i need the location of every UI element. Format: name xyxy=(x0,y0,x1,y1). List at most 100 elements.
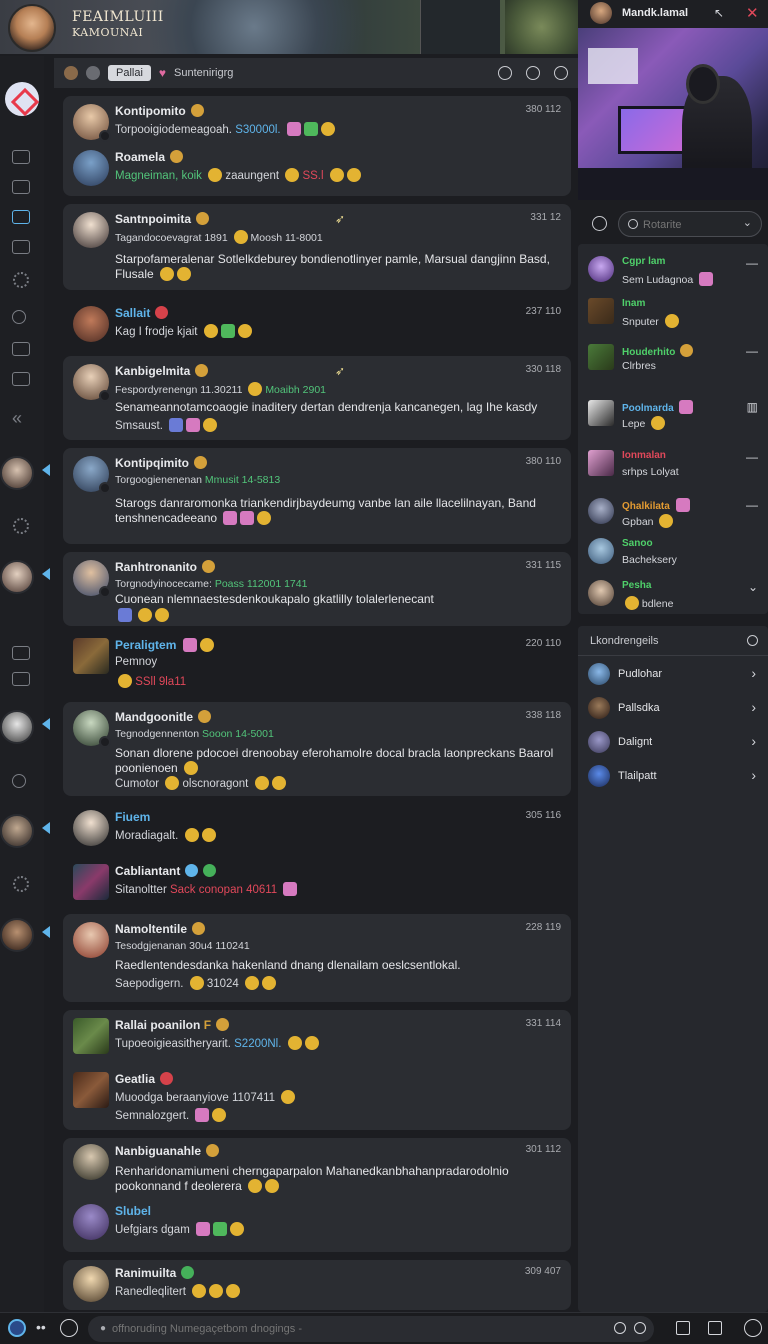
avatar[interactable] xyxy=(73,364,111,402)
message-author[interactable]: Roamela xyxy=(115,150,184,164)
member-action-icon[interactable]: ▥ xyxy=(747,400,758,414)
hand-icon[interactable] xyxy=(744,1319,762,1337)
member-search[interactable]: ⌄ xyxy=(618,211,762,237)
channel-chip[interactable]: Pallai xyxy=(108,65,151,81)
category-item[interactable]: Pallsdka › xyxy=(588,694,764,722)
friend-avatar[interactable] xyxy=(0,814,34,848)
category-icon[interactable] xyxy=(64,66,78,80)
message-author[interactable]: Ranhtronanito xyxy=(115,560,215,574)
image-icon[interactable] xyxy=(12,372,30,386)
avatar[interactable] xyxy=(73,1266,109,1302)
more-icon[interactable]: •• xyxy=(36,1319,46,1335)
avatar[interactable] xyxy=(73,150,109,186)
avatar[interactable] xyxy=(73,1204,109,1240)
category-item[interactable]: Tlailpatt › xyxy=(588,762,764,790)
search-icon[interactable] xyxy=(12,310,26,324)
member-item[interactable]: Poolmarda Lepe ▥ xyxy=(588,396,764,438)
streamer-name[interactable]: Mandk.lamal xyxy=(622,7,688,19)
avatar[interactable] xyxy=(73,104,111,142)
message-input[interactable] xyxy=(112,1321,592,1337)
close-icon[interactable]: ✕ xyxy=(746,4,759,22)
folder-icon[interactable] xyxy=(12,240,30,254)
popout-icon[interactable]: ↖ xyxy=(714,6,724,20)
message-author[interactable]: Slubel xyxy=(115,1204,151,1218)
avatar[interactable] xyxy=(73,922,109,958)
message-author[interactable]: Kanbigelmita xyxy=(115,364,209,378)
message-author[interactable]: Ranimuilta xyxy=(115,1266,195,1280)
message-author[interactable]: Mandgoonitle xyxy=(115,710,211,724)
avatar[interactable] xyxy=(73,456,111,494)
avatar[interactable] xyxy=(73,306,109,342)
friend-avatar[interactable] xyxy=(0,456,34,490)
member-action-icon[interactable]: — xyxy=(746,344,758,358)
users-icon[interactable] xyxy=(526,66,540,80)
stream-video[interactable] xyxy=(578,28,768,200)
avatar[interactable] xyxy=(73,560,111,598)
avatar[interactable] xyxy=(73,710,111,748)
gear-icon[interactable] xyxy=(13,518,29,534)
search-icon[interactable] xyxy=(614,1322,626,1334)
avatar[interactable] xyxy=(73,638,109,674)
member-item[interactable]: Cgpr lam Sem Ludagnoa — xyxy=(588,252,764,294)
gallery-icon[interactable] xyxy=(708,1321,722,1335)
chevron-right-icon[interactable]: › xyxy=(751,699,756,715)
member-item[interactable]: Qhalkilata Gpban — xyxy=(588,494,764,536)
message-composer[interactable]: ● xyxy=(88,1316,654,1342)
app-logo-icon[interactable] xyxy=(5,82,39,116)
message-author[interactable]: Sallait xyxy=(115,306,169,320)
cloud-icon[interactable] xyxy=(12,646,30,660)
help-icon[interactable] xyxy=(60,1319,78,1337)
streamer-avatar[interactable] xyxy=(590,2,612,24)
gear-icon[interactable] xyxy=(13,876,29,892)
collapse-chevron-icon[interactable]: « xyxy=(12,408,22,429)
message-author[interactable]: Peraligtem xyxy=(115,638,214,652)
member-item[interactable]: Houderhito Clrbres — xyxy=(588,340,764,382)
message-author[interactable]: Nanbiguanahle xyxy=(115,1144,220,1158)
channel-icon[interactable] xyxy=(12,210,30,224)
chart-icon[interactable] xyxy=(12,150,30,164)
inbox-icon[interactable] xyxy=(12,672,30,686)
profile-icon[interactable] xyxy=(86,66,100,80)
popout-icon[interactable] xyxy=(676,1321,690,1335)
avatar[interactable] xyxy=(73,1018,109,1054)
clock-icon[interactable] xyxy=(498,66,512,80)
chevron-right-icon[interactable]: › xyxy=(751,665,756,681)
bookmark-icon[interactable] xyxy=(12,342,30,356)
message-author[interactable]: Fiuem xyxy=(115,810,150,824)
message-author[interactable]: Santnpoimita xyxy=(115,212,210,226)
avatar[interactable] xyxy=(73,1144,109,1180)
chevron-down-icon[interactable]: ⌄ xyxy=(743,216,752,229)
member-item[interactable]: Sanoo Bacheksery xyxy=(588,534,764,576)
chevron-down-icon[interactable]: ⌄ xyxy=(748,580,758,594)
settings-icon[interactable] xyxy=(554,66,568,80)
avatar[interactable] xyxy=(73,1072,109,1108)
chevron-right-icon[interactable]: › xyxy=(751,733,756,749)
message-author[interactable]: Kontipqimito xyxy=(115,456,207,470)
member-action-icon[interactable]: — xyxy=(746,256,758,270)
message-feed[interactable]: Kontipomito 380 112 Torpooigiodemeagoah.… xyxy=(54,88,578,1312)
category-item[interactable]: Pudlohar › xyxy=(588,660,764,688)
member-action-icon[interactable]: — xyxy=(746,498,758,512)
friend-avatar[interactable] xyxy=(0,710,34,744)
category-item[interactable]: Dalignt › xyxy=(588,728,764,756)
circle-icon[interactable] xyxy=(747,635,758,646)
avatar[interactable] xyxy=(73,212,109,248)
search-input[interactable] xyxy=(643,216,739,233)
avatar[interactable] xyxy=(73,810,109,846)
member-action-icon[interactable]: — xyxy=(746,450,758,464)
avatar[interactable] xyxy=(73,864,109,900)
search-icon[interactable] xyxy=(12,774,26,788)
channel-avatar[interactable] xyxy=(8,4,56,52)
gear-icon[interactable] xyxy=(13,272,29,288)
member-item[interactable]: Inam Snputer xyxy=(588,294,764,336)
member-item[interactable]: Ionmalan srhps Lolyat — xyxy=(588,446,764,488)
message-author[interactable]: Kontipomito xyxy=(115,104,204,118)
chevron-right-icon[interactable]: › xyxy=(751,767,756,783)
clock-icon[interactable] xyxy=(592,216,607,231)
mail-icon[interactable] xyxy=(12,180,30,194)
app-home-icon[interactable] xyxy=(8,1319,26,1337)
friend-avatar[interactable] xyxy=(0,918,34,952)
message-author[interactable]: Geatlia xyxy=(115,1072,174,1086)
message-author[interactable]: Namoltentile xyxy=(115,922,206,936)
message-author[interactable]: Rallai poanilon F xyxy=(115,1018,230,1032)
